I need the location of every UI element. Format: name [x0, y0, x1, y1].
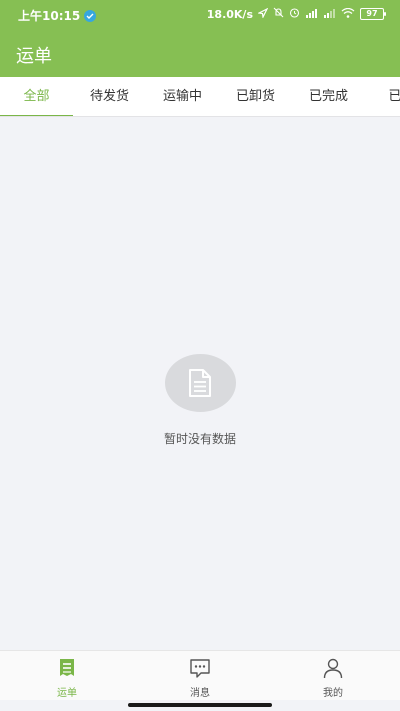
nav-label: 消息	[190, 688, 210, 699]
mute-icon	[273, 7, 284, 21]
nav-messages[interactable]: 消息	[160, 655, 240, 699]
document-icon	[189, 369, 211, 397]
waybill-icon	[60, 659, 74, 676]
tab-all[interactable]: 全部	[0, 77, 73, 116]
tab-label: 运输中	[162, 89, 202, 104]
tab-cancelled[interactable]: 已取	[365, 77, 400, 116]
empty-icon-circle	[164, 354, 236, 412]
status-indicators: 18.0K/s 97	[206, 7, 386, 21]
status-bar: 上午10:15 18.0K/s 97	[0, 0, 400, 30]
status-time-group: 上午10:15	[18, 7, 97, 24]
tab-label: 已完成	[308, 89, 348, 104]
tab-pending-shipment[interactable]: 待发货	[73, 77, 146, 116]
alarm-icon	[289, 7, 300, 21]
check-icon	[84, 9, 97, 22]
wifi-icon	[341, 7, 355, 21]
network-speed: 18.0K/s	[206, 7, 253, 21]
home-indicator[interactable]	[128, 703, 272, 707]
battery-level: 97	[366, 9, 378, 18]
status-tabs: 全部 待发货 运输中 已卸货 已完成 已取	[0, 77, 400, 117]
nav-label: 我的	[323, 688, 343, 699]
tab-label: 已卸货	[235, 89, 275, 104]
app-header: 上午10:15 18.0K/s 97 运单	[0, 0, 400, 77]
nav-profile[interactable]: 我的	[293, 655, 373, 699]
tab-label: 全部	[23, 89, 50, 104]
screen: 上午10:15 18.0K/s 97 运单 全部 待发货 运输中 已卸货 已完成…	[0, 0, 400, 711]
page-title: 运单	[16, 46, 52, 67]
location-icon	[257, 7, 269, 21]
tab-label: 已取	[388, 89, 400, 104]
tab-in-transit[interactable]: 运输中	[146, 77, 219, 116]
nav-label: 运单	[57, 688, 77, 699]
message-icon	[190, 659, 210, 678]
tab-unloaded[interactable]: 已卸货	[219, 77, 292, 116]
empty-message: 暂时没有数据	[163, 432, 236, 446]
battery-icon: 97	[360, 8, 386, 20]
signal-icon-2	[323, 8, 336, 21]
user-icon	[323, 658, 343, 679]
signal-icon-1	[305, 8, 318, 21]
bottom-nav: 运单 消息 我的	[0, 650, 400, 700]
status-time: 上午10:15	[18, 9, 81, 23]
tab-completed[interactable]: 已完成	[292, 77, 365, 116]
active-tab-indicator	[0, 115, 73, 116]
tab-label: 待发货	[89, 89, 129, 104]
nav-waybill[interactable]: 运单	[27, 655, 107, 699]
empty-state: 暂时没有数据	[0, 354, 400, 447]
